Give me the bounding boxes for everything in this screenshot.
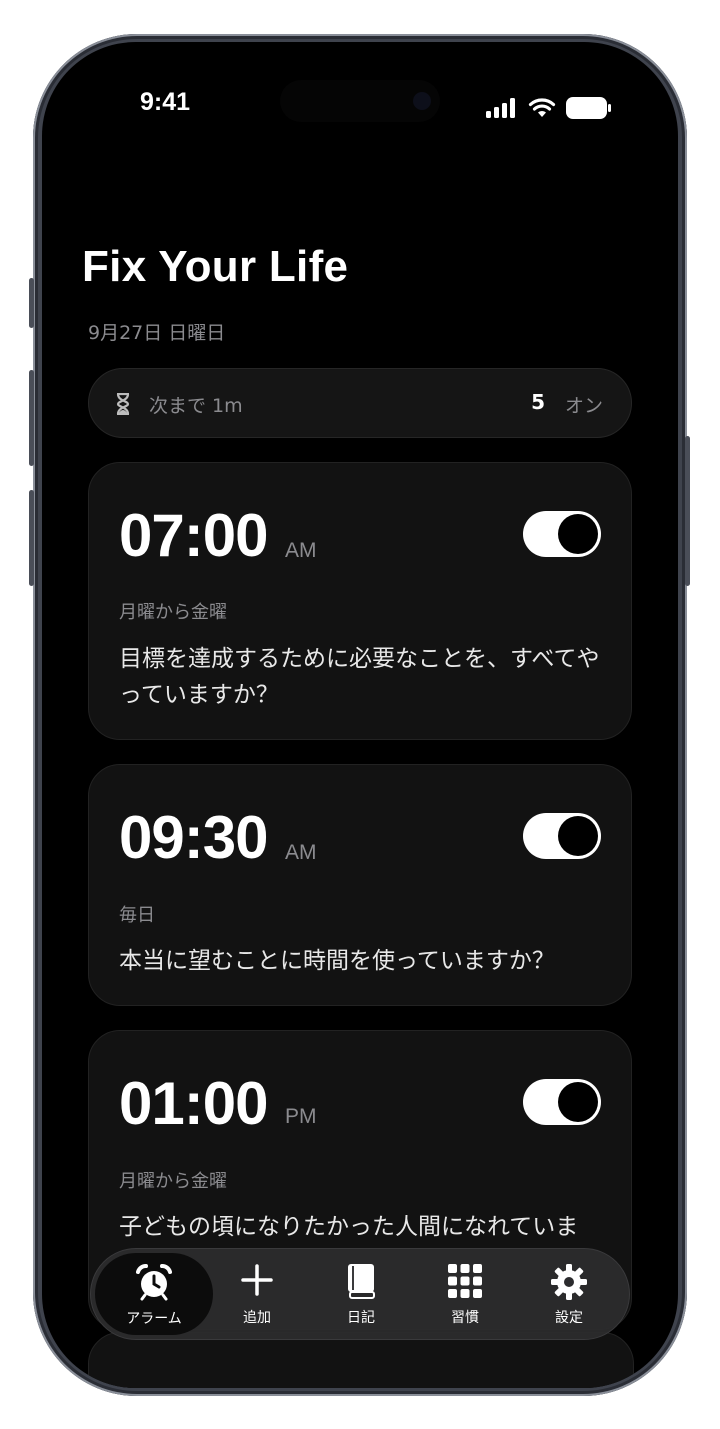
volume-up-button: [29, 370, 34, 466]
tab-alarm[interactable]: アラーム: [95, 1253, 213, 1335]
tab-settings[interactable]: 設定: [517, 1249, 621, 1339]
active-alarm-label: オン: [564, 395, 603, 417]
alarm-card-partial[interactable]: [88, 1332, 634, 1388]
alarm-repeat-days: 月曜から金曜: [119, 1171, 227, 1192]
alarm-card[interactable]: 07:00 AM 月曜から金曜 目標を達成するために必要なことを、すべてやってい…: [88, 462, 632, 740]
plus-icon: [241, 1264, 273, 1296]
front-camera: [413, 92, 431, 110]
grid-icon: [448, 1264, 482, 1298]
alarm-period: AM: [285, 539, 317, 562]
toggle-knob: [558, 1082, 598, 1122]
tab-journal[interactable]: 日記: [309, 1249, 413, 1339]
app-title: Fix Your Life: [82, 242, 349, 291]
alarm-time: 01:00: [119, 1070, 268, 1137]
tab-label: 設定: [555, 1310, 583, 1326]
alarm-repeat-days: 毎日: [119, 905, 155, 926]
alarm-message: 本当に望むことに時間を使っていますか？: [119, 948, 555, 974]
hourglass-icon: [116, 393, 130, 415]
screen: 9:41 Fix Your Life 9月27日 日曜日 次まで 1m 5 オン…: [42, 42, 678, 1388]
alarm-repeat-days: 月曜から金曜: [119, 602, 227, 623]
status-bar: 9:41: [42, 42, 678, 162]
volume-down-button: [29, 490, 34, 586]
alarm-toggle[interactable]: [523, 1079, 601, 1125]
tab-label: 日記: [347, 1310, 375, 1326]
tab-label: 追加: [243, 1310, 271, 1326]
alarm-clock-icon: [136, 1264, 172, 1301]
alarm-period: AM: [285, 841, 317, 864]
signal-icon: [486, 98, 515, 118]
book-icon: [348, 1264, 375, 1299]
wifi-icon: [528, 98, 556, 117]
action-button: [29, 278, 34, 328]
active-alarm-count: 5: [531, 390, 545, 414]
alarm-time: 07:00: [119, 502, 268, 569]
toggle-knob: [558, 816, 598, 856]
power-button: [685, 436, 690, 586]
tab-label: 習慣: [451, 1310, 479, 1326]
status-icons: [486, 96, 612, 120]
alarm-message: 子どもの頃になりたかった人間になれていま: [119, 1214, 579, 1240]
alarm-period: PM: [285, 1105, 317, 1128]
gear-icon: [551, 1264, 587, 1300]
alarm-time: 09:30: [119, 804, 268, 871]
tab-label: アラーム: [126, 1311, 182, 1327]
current-date: 9月27日 日曜日: [88, 322, 226, 344]
status-time: 9:41: [140, 88, 191, 116]
next-alarm-summary: 次まで 1m 5 オン: [88, 368, 632, 438]
battery-icon: [566, 97, 611, 119]
tab-habits[interactable]: 習慣: [413, 1249, 517, 1339]
next-alarm-label: 次まで 1m: [149, 395, 243, 417]
toggle-knob: [558, 514, 598, 554]
alarm-toggle[interactable]: [523, 813, 601, 859]
alarm-toggle[interactable]: [523, 511, 601, 557]
tab-add[interactable]: 追加: [205, 1249, 309, 1339]
tab-bar: アラーム 追加 日記 習慣 設定: [90, 1248, 630, 1340]
alarm-card[interactable]: 09:30 AM 毎日 本当に望むことに時間を使っていますか？: [88, 764, 632, 1006]
alarm-message: 目標を達成するために必要なことを、すべてやっていますか？: [119, 646, 600, 708]
